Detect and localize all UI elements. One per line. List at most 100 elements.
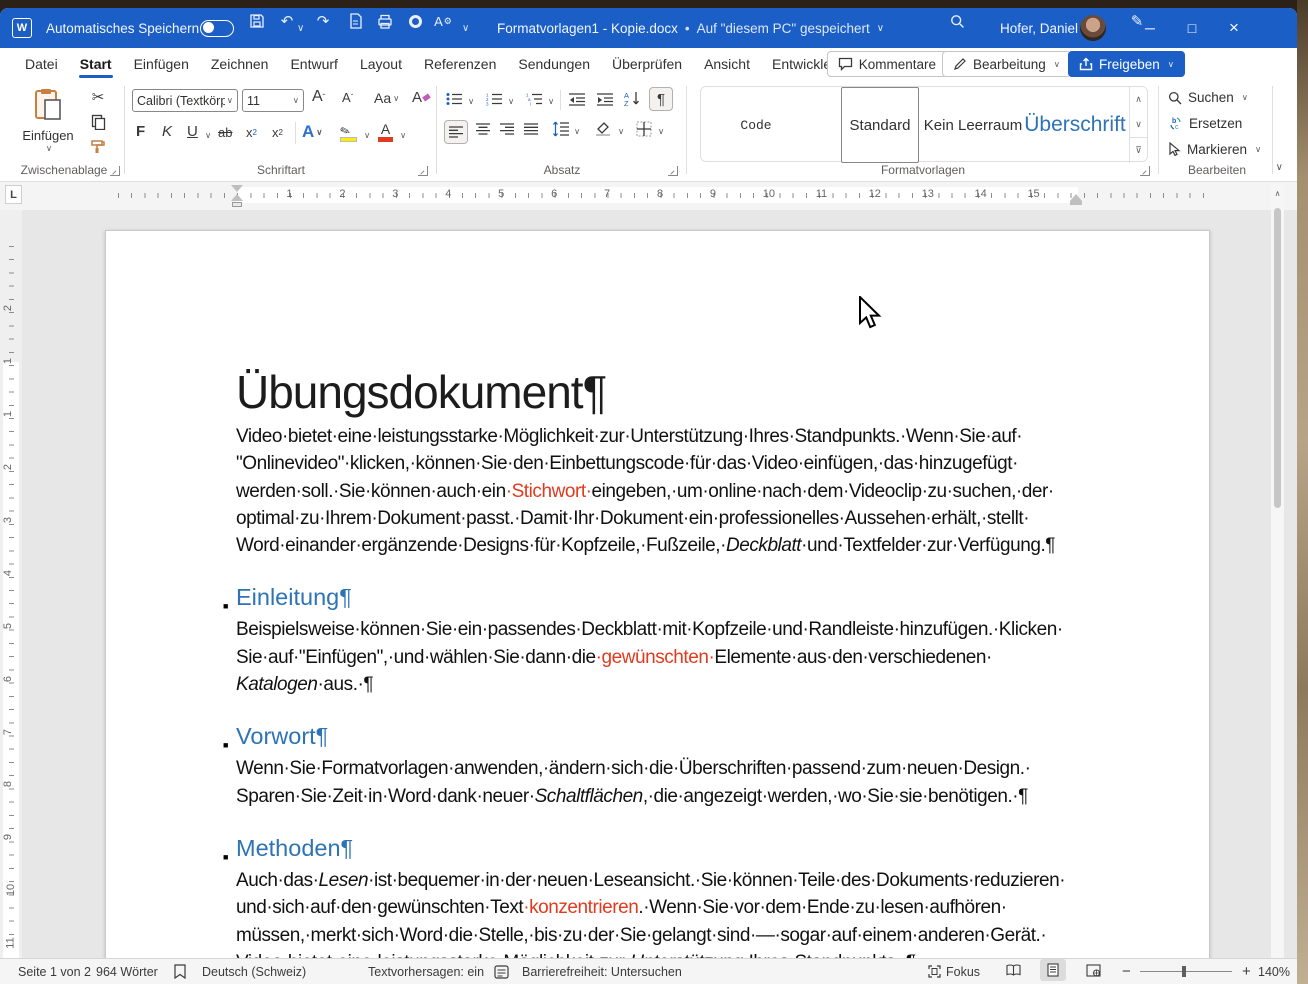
text-predictions[interactable]: Textvorhersagen: ein	[368, 959, 484, 984]
zoom-in-button[interactable]: +	[1242, 959, 1251, 984]
vertical-scrollbar[interactable]: ∧	[1271, 184, 1284, 958]
hanging-indent-marker[interactable]	[231, 194, 243, 201]
record-icon[interactable]	[402, 8, 428, 34]
styles-gallery-expand-icon[interactable]: ⊽	[1130, 137, 1147, 162]
font-name-combo[interactable]: Calibri (Textkörp ∨	[132, 89, 238, 112]
qat-customize-chevron[interactable]: ∨	[462, 8, 469, 48]
styles-scroll-up-icon[interactable]: ∧	[1130, 87, 1147, 112]
subscript-button[interactable]: x2	[246, 125, 257, 140]
page-indicator[interactable]: Seite 1 von 2	[18, 959, 91, 984]
show-formatting-marks-button[interactable]: ¶	[649, 87, 673, 111]
tab-referenzen[interactable]: Referenzen	[413, 48, 507, 80]
replace-button[interactable]: bc Ersetzen	[1168, 116, 1242, 131]
borders-icon[interactable]	[636, 121, 652, 137]
superscript-button[interactable]: x2	[272, 125, 283, 140]
grow-font-icon[interactable]: Aˆ	[312, 88, 325, 106]
maximize-button[interactable]: □	[1171, 8, 1213, 48]
avatar[interactable]	[1080, 8, 1106, 48]
bullet-list-chevron[interactable]: ∨	[468, 96, 474, 107]
styles-dialog-launcher[interactable]	[1140, 166, 1150, 176]
clipboard-dialog-launcher[interactable]	[110, 166, 120, 176]
zoom-slider-thumb[interactable]	[1182, 966, 1186, 977]
collapse-ribbon-chevron[interactable]: ∨	[1276, 162, 1283, 173]
font-size-combo[interactable]: 11 ∨	[242, 89, 304, 112]
font-settings-icon[interactable]: A⚙	[430, 8, 456, 34]
styles-scroll-down-icon[interactable]: ∨	[1130, 112, 1147, 137]
page[interactable]: Übungsdokument¶Video·bietet·eine·leistun…	[105, 230, 1210, 958]
text-effects-icon[interactable]: A∨	[302, 122, 323, 142]
line-spacing-chevron[interactable]: ∨	[574, 126, 580, 137]
style-überschrift[interactable]: Überschrift	[1019, 87, 1131, 163]
document-canvas[interactable]: Übungsdokument¶Video·bietet·eine·leistun…	[0, 210, 1297, 958]
share-button[interactable]: Freigeben ∨	[1068, 51, 1185, 77]
undo-dropdown-chevron[interactable]: ∨	[297, 8, 304, 48]
cut-icon[interactable]: ✂	[92, 88, 105, 106]
multilevel-list-icon[interactable]: 1ai	[526, 92, 543, 106]
paragraph-dialog-launcher[interactable]	[668, 166, 678, 176]
save-icon[interactable]	[244, 8, 270, 34]
decrease-indent-icon[interactable]	[568, 92, 586, 106]
highlight-color-button[interactable]: ✎	[340, 123, 357, 142]
zoom-level[interactable]: 140%	[1258, 959, 1290, 984]
font-color-chevron[interactable]: ∨	[400, 130, 406, 141]
align-center-icon[interactable]	[476, 123, 490, 135]
select-button[interactable]: Markieren ∨	[1168, 142, 1261, 157]
numbered-list-chevron[interactable]: ∨	[508, 96, 514, 107]
comments-button[interactable]: Kommentare	[827, 51, 947, 77]
clear-formatting-icon[interactable]: A	[412, 89, 430, 106]
accessibility-status[interactable]: Barrierefreiheit: Untersuchen	[522, 959, 682, 984]
tab-zeichnen[interactable]: Zeichnen	[200, 48, 280, 80]
scroll-up-icon[interactable]: ∧	[1271, 186, 1284, 200]
tab-entwurf[interactable]: Entwurf	[279, 48, 348, 80]
zoom-slider[interactable]	[1140, 959, 1232, 984]
tab-überprüfen[interactable]: Überprüfen	[601, 48, 693, 80]
bullet-list-icon[interactable]	[446, 92, 463, 106]
tab-sendungen[interactable]: Sendungen	[507, 48, 601, 80]
editor-icon[interactable]	[494, 959, 509, 984]
highlight-chevron[interactable]: ∨	[364, 130, 370, 141]
underline-button[interactable]: U	[187, 123, 198, 140]
first-line-indent-marker[interactable]	[231, 185, 243, 192]
style-code[interactable]: Code	[711, 87, 801, 163]
shading-chevron[interactable]: ∨	[618, 126, 624, 137]
minimize-button[interactable]: ─	[1129, 8, 1171, 48]
tab-start[interactable]: Start	[69, 48, 123, 80]
multilevel-list-chevron[interactable]: ∨	[548, 96, 554, 107]
close-button[interactable]: ×	[1213, 8, 1255, 48]
font-dialog-launcher[interactable]	[418, 166, 428, 176]
autosave-toggle[interactable]	[200, 8, 234, 48]
bold-button[interactable]: F	[136, 123, 145, 140]
shading-icon[interactable]	[594, 121, 612, 137]
tab-layout[interactable]: Layout	[349, 48, 413, 80]
line-spacing-icon[interactable]	[552, 121, 569, 137]
printer-icon[interactable]	[372, 8, 398, 34]
format-painter-icon[interactable]	[90, 138, 106, 154]
strikethrough-button[interactable]: ab	[218, 125, 232, 140]
change-case-icon[interactable]: Aa∨	[374, 90, 399, 106]
tab-ansicht[interactable]: Ansicht	[693, 48, 761, 80]
read-mode-button[interactable]	[1000, 959, 1026, 981]
justify-icon[interactable]	[524, 123, 538, 135]
print-layout-button[interactable]	[1040, 959, 1066, 981]
style-kein-leerraum[interactable]: Kein Leerraum	[923, 87, 1023, 163]
word-logo-icon[interactable]: W	[12, 8, 32, 48]
italic-button[interactable]: K	[162, 123, 172, 140]
web-layout-button[interactable]	[1080, 959, 1106, 981]
numbered-list-icon[interactable]: 123	[486, 92, 503, 106]
user-name[interactable]: Hofer, Daniel	[1000, 8, 1078, 48]
zoom-out-button[interactable]: −	[1122, 959, 1131, 984]
editing-mode-button[interactable]: Bearbeitung ∨	[942, 51, 1071, 77]
right-indent-marker[interactable]	[1070, 194, 1082, 201]
tab-stop-selector[interactable]: L	[5, 185, 22, 204]
proofing-icon[interactable]	[174, 959, 186, 984]
focus-button[interactable]: Fokus	[928, 959, 980, 984]
word-count[interactable]: 964 Wörter	[96, 959, 158, 984]
font-color-button[interactable]: A	[378, 121, 393, 142]
tab-datei[interactable]: Datei	[14, 48, 69, 80]
print-preview-icon[interactable]	[342, 8, 368, 34]
redo-icon[interactable]: ↷	[310, 8, 336, 34]
search-icon[interactable]	[944, 8, 970, 34]
language-indicator[interactable]: Deutsch (Schweiz)	[202, 959, 306, 984]
find-button[interactable]: Suchen ∨	[1168, 90, 1248, 105]
paste-button[interactable]: Einfügen ∨	[22, 88, 74, 154]
